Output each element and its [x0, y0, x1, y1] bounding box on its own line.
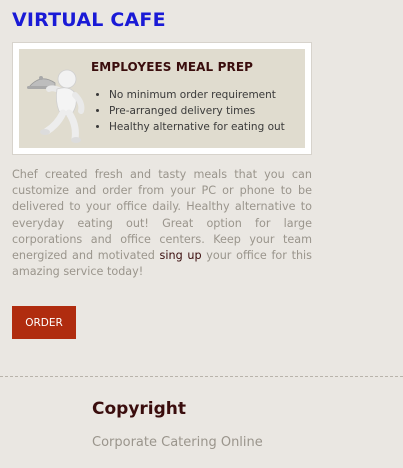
- copyright-heading: Copyright: [92, 399, 187, 419]
- section-title: VIRTUAL CAFE: [12, 9, 166, 31]
- sign-up-link[interactable]: sing up: [160, 249, 202, 262]
- footer-divider: [0, 376, 403, 377]
- copyright-text: Corporate Catering Online: [92, 435, 263, 450]
- order-button[interactable]: ORDER: [12, 306, 76, 339]
- promo-title: EMPLOYEES MEAL PREP: [91, 60, 254, 74]
- description-paragraph: Chef created fresh and tasty meals that …: [12, 167, 312, 280]
- promo-banner-panel: EMPLOYEES MEAL PREP No minimum order req…: [19, 49, 305, 148]
- waiter-cloche-icon: [27, 69, 85, 143]
- promo-feature-item: No minimum order requirement: [109, 87, 285, 103]
- promo-feature-item: Healthy alternative for eating out: [109, 119, 285, 135]
- promo-feature-item: Pre-arranged delivery times: [109, 103, 285, 119]
- promo-banner: EMPLOYEES MEAL PREP No minimum order req…: [12, 42, 312, 155]
- description-text: Chef created fresh and tasty meals that …: [12, 168, 312, 263]
- promo-feature-list: No minimum order requirement Pre-arrange…: [91, 87, 285, 135]
- page: VIRTUAL CAFE EMPLOYEES MEAL PREP • No mi…: [0, 0, 403, 468]
